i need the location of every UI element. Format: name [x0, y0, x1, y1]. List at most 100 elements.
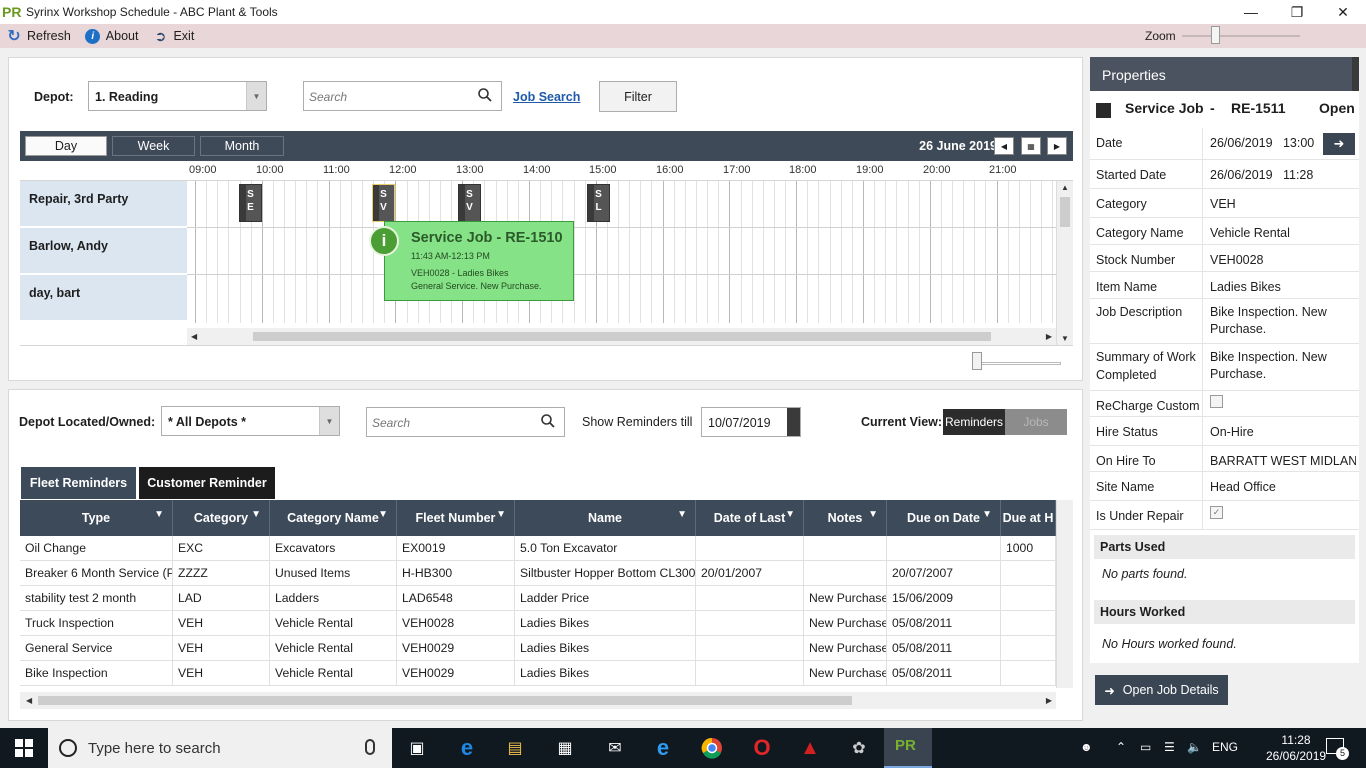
date-arrow-button[interactable]: ➜	[1323, 133, 1355, 155]
table-cell-type[interactable]: Truck Inspection	[20, 611, 173, 636]
opera-icon[interactable]: O	[750, 735, 774, 760]
search-icon[interactable]	[477, 87, 493, 103]
calendar-icon[interactable]: ▦	[1021, 137, 1041, 155]
people-icon[interactable]: ☻	[1080, 740, 1093, 754]
prev-day-button[interactable]: ◀	[994, 137, 1014, 155]
resource-row[interactable]: Repair, 3rd Party	[20, 181, 187, 227]
schedule-horizontal-scrollbar[interactable]: ◀ ▶	[187, 328, 1056, 345]
maximize-icon[interactable]: ❐	[1274, 0, 1320, 24]
show-hidden-icon[interactable]: ⌃	[1116, 740, 1126, 754]
recharge-checkbox[interactable]	[1210, 395, 1223, 408]
scroll-thumb[interactable]	[38, 696, 852, 705]
table-cell-category[interactable]: EXC	[173, 536, 270, 561]
table-cell-name[interactable]: Ladies Bikes	[515, 636, 696, 661]
table-cell-due-on-date[interactable]: 15/06/2009	[887, 586, 1001, 611]
table-cell-type[interactable]: stability test 2 month	[20, 586, 173, 611]
search-icon[interactable]	[540, 413, 556, 429]
table-cell-name[interactable]: Ladies Bikes	[515, 661, 696, 686]
filter-button[interactable]: Filter	[599, 81, 677, 112]
next-day-button[interactable]: ▶	[1047, 137, 1067, 155]
calendar-icon[interactable]	[787, 408, 800, 436]
column-header-date-of-last[interactable]: Date of Last ▼	[696, 500, 804, 536]
chrome-icon[interactable]	[700, 736, 724, 760]
table-cell-due-at-hours[interactable]	[1001, 561, 1056, 586]
table-horizontal-scrollbar[interactable]: ◀ ▶	[20, 692, 1056, 709]
table-cell-fleet-number[interactable]: EX0019	[397, 536, 515, 561]
table-cell-fleet-number[interactable]: VEH0029	[397, 636, 515, 661]
table-cell-due-on-date[interactable]: 05/08/2011	[887, 611, 1001, 636]
tab-fleet-reminders[interactable]: Fleet Reminders	[21, 467, 136, 499]
table-cell-due-at-hours[interactable]: 1000	[1001, 536, 1056, 561]
column-header-category[interactable]: Category ▼	[173, 500, 270, 536]
clock[interactable]: 11:28 26/06/2019	[1266, 732, 1326, 764]
timescale-slider-thumb[interactable]	[972, 352, 982, 370]
table-cell-name[interactable]: Ladder Price	[515, 586, 696, 611]
table-cell-fleet-number[interactable]: VEH0028	[397, 611, 515, 636]
view-toggle[interactable]: Reminders Jobs	[943, 409, 1067, 435]
internet-explorer-icon[interactable]: e	[651, 735, 675, 760]
table-cell-type[interactable]: Bike Inspection	[20, 661, 173, 686]
tab-customer-reminder[interactable]: Customer Reminder	[139, 467, 275, 499]
taskbar-search[interactable]: Type here to search	[48, 728, 392, 768]
table-cell-type[interactable]: General Service	[20, 636, 173, 661]
column-header-due-on-date[interactable]: Due on Date ▼	[887, 500, 1001, 536]
filter-icon[interactable]: ▼	[868, 509, 878, 520]
table-cell-due-on-date[interactable]	[887, 536, 1001, 561]
scroll-right-icon[interactable]: ▶	[1046, 696, 1052, 705]
store-icon[interactable]: ▦	[553, 736, 577, 760]
appointment-block[interactable]: SL	[587, 184, 610, 222]
volume-icon[interactable]: 🔈	[1187, 740, 1202, 754]
minimize-icon[interactable]: —	[1228, 0, 1274, 24]
table-cell-category-name[interactable]: Unused Items	[270, 561, 397, 586]
table-cell-date-of-last[interactable]	[696, 611, 804, 636]
table-cell-category-name[interactable]: Vehicle Rental	[270, 611, 397, 636]
edge-icon[interactable]: e	[455, 735, 479, 760]
chevron-down-icon[interactable]: ▼	[246, 82, 266, 110]
app-red-icon[interactable]: ▲	[798, 736, 822, 760]
scroll-left-icon[interactable]: ◀	[191, 332, 197, 341]
depot-located-select[interactable]: * All Depots * ▼	[161, 406, 340, 436]
mail-icon[interactable]: ✉	[603, 736, 627, 760]
scroll-up-icon[interactable]: ▲	[1061, 183, 1069, 192]
network-icon[interactable]: ☰	[1164, 740, 1175, 754]
table-cell-category-name[interactable]: Excavators	[270, 536, 397, 561]
table-cell-due-at-hours[interactable]	[1001, 661, 1056, 686]
tab-day[interactable]: Day	[25, 136, 107, 156]
table-cell-fleet-number[interactable]: LAD6548	[397, 586, 515, 611]
table-cell-due-on-date[interactable]: 20/07/2007	[887, 561, 1001, 586]
view-jobs-option[interactable]: Jobs	[1005, 409, 1067, 435]
table-cell-category-name[interactable]: Vehicle Rental	[270, 661, 397, 686]
view-reminders-option[interactable]: Reminders	[943, 409, 1005, 435]
table-cell-date-of-last[interactable]	[696, 661, 804, 686]
table-cell-category[interactable]: VEH	[173, 661, 270, 686]
scroll-thumb[interactable]	[1060, 197, 1070, 227]
microphone-icon[interactable]	[365, 739, 375, 755]
column-header-name[interactable]: Name ▼	[515, 500, 696, 536]
table-cell-due-on-date[interactable]: 05/08/2011	[887, 636, 1001, 661]
column-header-type[interactable]: Type ▼	[20, 500, 173, 536]
table-cell-due-at-hours[interactable]	[1001, 636, 1056, 661]
close-icon[interactable]: ✕	[1320, 0, 1366, 24]
table-cell-category-name[interactable]: Ladders	[270, 586, 397, 611]
table-cell-type[interactable]: Breaker 6 Month Service (P)	[20, 561, 173, 586]
table-cell-name[interactable]: Ladies Bikes	[515, 611, 696, 636]
table-cell-category[interactable]: ZZZZ	[173, 561, 270, 586]
zoom-slider-thumb[interactable]	[1211, 26, 1220, 44]
table-cell-date-of-last[interactable]	[696, 586, 804, 611]
filter-icon[interactable]: ▼	[785, 509, 795, 520]
table-cell-name[interactable]: Siltbuster Hopper Bottom CL300	[515, 561, 696, 586]
schedule-vertical-scrollbar[interactable]: ▲ ▼	[1056, 181, 1073, 345]
table-cell-name[interactable]: 5.0 Ton Excavator	[515, 536, 696, 561]
schedule-search-input[interactable]: Search	[303, 81, 502, 111]
appointment-block[interactable]: SE	[239, 184, 262, 222]
table-cell-notes[interactable]: New Purchase	[804, 661, 887, 686]
table-cell-type[interactable]: Oil Change	[20, 536, 173, 561]
resource-row[interactable]: Barlow, Andy	[20, 228, 187, 274]
filter-icon[interactable]: ▼	[982, 509, 992, 520]
table-cell-notes[interactable]: New Purchase	[804, 611, 887, 636]
exit-button[interactable]: ➲ Exit	[152, 28, 195, 44]
table-cell-notes[interactable]: New Purchase	[804, 636, 887, 661]
table-cell-notes[interactable]	[804, 561, 887, 586]
filter-icon[interactable]: ▼	[154, 509, 164, 520]
taskbar-active-app[interactable]: PR	[884, 728, 932, 768]
